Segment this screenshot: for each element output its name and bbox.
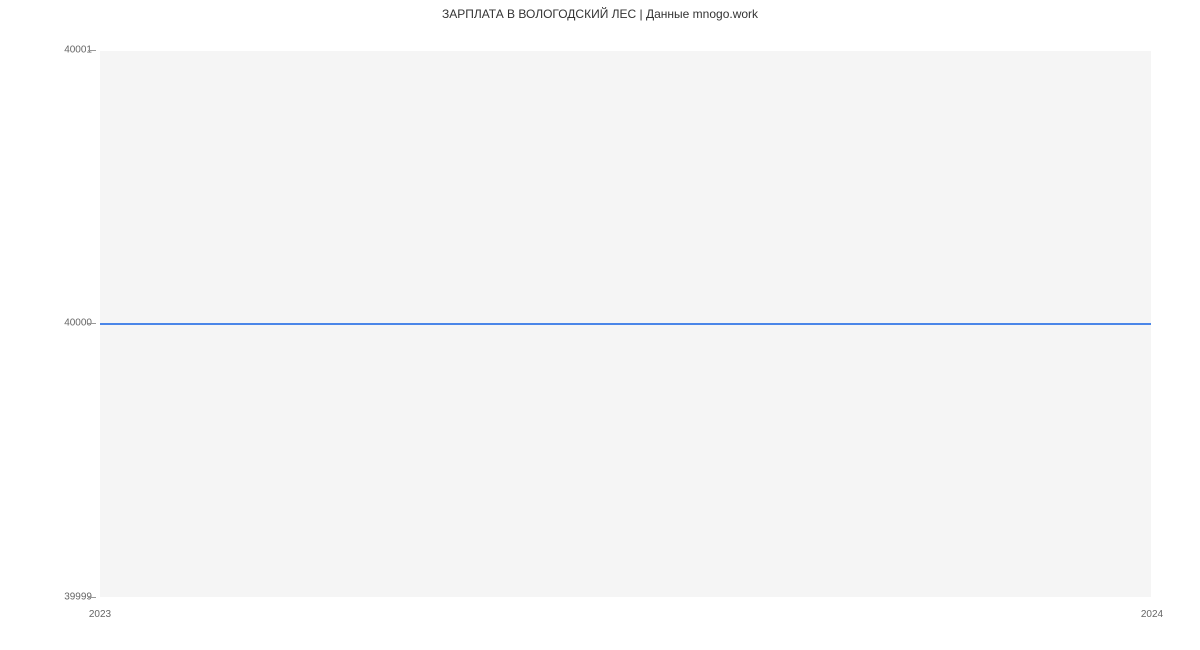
data-line xyxy=(100,323,1151,325)
plot-area xyxy=(100,50,1152,597)
x-tick-label: 2023 xyxy=(89,609,111,620)
y-tick xyxy=(88,50,96,51)
chart-title: ЗАРПЛАТА В ВОЛОГОДСКИЙ ЛЕС | Данные mnog… xyxy=(0,0,1200,21)
y-tick xyxy=(88,597,96,598)
y-tick xyxy=(88,323,96,324)
x-tick-label: 2024 xyxy=(1141,609,1163,620)
